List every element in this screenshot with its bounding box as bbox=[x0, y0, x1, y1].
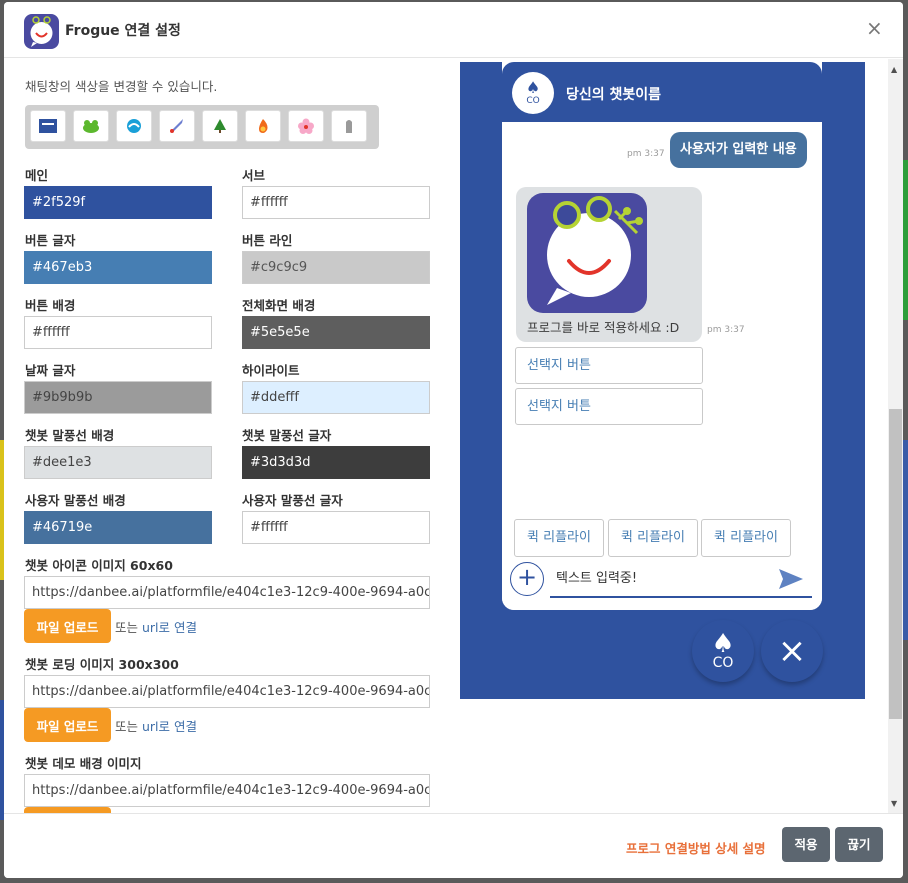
date-text-color-input[interactable]: #9b9b9b bbox=[24, 381, 212, 414]
spade-icon: ♠ CO bbox=[711, 629, 735, 671]
user-bubble-bg-label: 사용자 말풍선 배경 bbox=[25, 493, 126, 508]
stone-icon[interactable] bbox=[331, 110, 367, 142]
fullscreen-bg-color-label: 전체화면 배경 bbox=[242, 298, 316, 313]
loading-image-url-input[interactable]: https://danbee.ai/platformfile/e404c1e3-… bbox=[24, 675, 430, 708]
settings-description: 채팅창의 색상을 변경할 수 있습니다. bbox=[25, 79, 218, 94]
close-icon: × bbox=[777, 631, 807, 671]
bot-bubble-bg-label: 챗봇 말풍선 배경 bbox=[25, 428, 115, 443]
bot-avatar: ♠ CO bbox=[512, 72, 554, 114]
frogue-image bbox=[527, 193, 647, 313]
bot-name: 당신의 챗봇이름 bbox=[566, 87, 662, 103]
demo-bg-image-url-input[interactable]: https://danbee.ai/platformfile/e404c1e3-… bbox=[24, 774, 430, 807]
button-text-color-label: 버튼 글자 bbox=[25, 233, 76, 248]
bot-message-time: pm 3:37 bbox=[707, 325, 745, 335]
chat-input-bar: + 텍스트 입력중! bbox=[502, 562, 822, 610]
spade-icon: ♠ bbox=[525, 78, 541, 97]
button-bg-color-input[interactable]: #ffffff bbox=[24, 316, 212, 349]
icon-image-label: 챗봇 아이콘 이미지 60x60 bbox=[25, 558, 173, 573]
or-text: 또는 bbox=[115, 620, 142, 635]
button-line-color-label: 버튼 라인 bbox=[242, 233, 293, 248]
fire-icon[interactable] bbox=[245, 110, 281, 142]
chat-text-input[interactable]: 텍스트 입력중! bbox=[550, 562, 812, 598]
loading-url-link[interactable]: url로 연결 bbox=[142, 719, 197, 734]
loading-upload-button[interactable]: 파일 업로드 bbox=[24, 708, 111, 742]
or-text: 또는 bbox=[115, 719, 142, 734]
frog-icon[interactable] bbox=[73, 110, 109, 142]
chat-header: ♠ CO 당신의 챗봇이름 bbox=[502, 62, 822, 122]
send-icon[interactable] bbox=[778, 568, 804, 594]
chat-preview: ♠ CO 당신의 챗봇이름 pm 3:37 사용자가 입력한 내용 프로그를 바… bbox=[460, 62, 865, 699]
bot-bubble-bg-input[interactable]: #dee1e3 bbox=[24, 446, 212, 479]
modal-title: Frogue 연결 설정 bbox=[65, 23, 181, 39]
date-text-color-label: 날짜 글자 bbox=[25, 363, 76, 378]
demo-bg-image-label: 챗봇 데모 배경 이미지 bbox=[25, 756, 142, 771]
bot-message-text: 프로그를 바로 적용하세요 :D bbox=[527, 320, 680, 335]
apply-button[interactable]: 적용 bbox=[782, 827, 830, 862]
quick-reply-button[interactable]: 퀵 리플라이 bbox=[701, 519, 791, 557]
back-theme-icon[interactable] bbox=[30, 110, 66, 142]
button-text-color-input[interactable]: #467eb3 bbox=[24, 251, 212, 284]
user-bubble-bg-input[interactable]: #46719e bbox=[24, 511, 212, 544]
tree-icon[interactable] bbox=[202, 110, 238, 142]
settings-modal: Frogue 연결 설정 × 채팅창의 색상을 변경할 수 있습니다. 메인 #… bbox=[4, 2, 903, 878]
bot-bubble-text-label: 챗봇 말풍선 글자 bbox=[242, 428, 332, 443]
scrollbar-thumb[interactable] bbox=[889, 409, 902, 719]
scrollbar[interactable]: ▲ ▼ bbox=[888, 59, 903, 813]
quick-reply-button[interactable]: 퀵 리플라이 bbox=[608, 519, 698, 557]
close-icon[interactable]: × bbox=[866, 18, 883, 38]
loading-url-link-text: 또는 url로 연결 bbox=[115, 716, 197, 735]
disconnect-button[interactable]: 끊기 bbox=[835, 827, 883, 862]
theme-palette bbox=[25, 105, 379, 149]
user-bubble-text-label: 사용자 말풍선 글자 bbox=[242, 493, 343, 508]
button-line-color-input[interactable]: #c9c9c9 bbox=[242, 251, 430, 284]
icon-image-url-input[interactable]: https://danbee.ai/platformfile/e404c1e3-… bbox=[24, 576, 430, 609]
main-color-input[interactable]: #2f529f bbox=[24, 186, 212, 219]
user-message-bubble: 사용자가 입력한 내용 bbox=[670, 132, 807, 168]
icon-url-link-text: 또는 url로 연결 bbox=[115, 617, 197, 636]
icon-url-link[interactable]: url로 연결 bbox=[142, 620, 197, 635]
sub-color-label: 서브 bbox=[242, 168, 266, 183]
sub-color-input[interactable]: #ffffff bbox=[242, 186, 430, 219]
scroll-up-icon[interactable]: ▲ bbox=[891, 65, 897, 74]
modal-footer: 프로그 연결방법 상세 설명 적용 끊기 bbox=[4, 813, 903, 878]
frogue-logo-icon bbox=[24, 14, 59, 49]
flower-icon[interactable] bbox=[288, 110, 324, 142]
bot-message-bubble: 프로그를 바로 적용하세요 :D bbox=[516, 187, 702, 342]
chat-window: ♠ CO 당신의 챗봇이름 pm 3:37 사용자가 입력한 내용 프로그를 바… bbox=[502, 62, 822, 610]
fab-text: CO bbox=[712, 655, 734, 671]
plus-icon[interactable]: + bbox=[510, 562, 544, 596]
scroll-down-icon[interactable]: ▼ bbox=[891, 799, 897, 808]
quick-reply-button[interactable]: 퀵 리플라이 bbox=[514, 519, 604, 557]
rocket-icon[interactable] bbox=[159, 110, 195, 142]
choice-button[interactable]: 선택지 버튼 bbox=[515, 388, 703, 425]
highlight-color-input[interactable]: #ddefff bbox=[242, 381, 430, 414]
modal-body: 채팅창의 색상을 변경할 수 있습니다. 메인 #2f529f 서브 #ffff… bbox=[4, 59, 888, 813]
icon-upload-button[interactable]: 파일 업로드 bbox=[24, 609, 111, 643]
modal-header: Frogue 연결 설정 × bbox=[4, 2, 903, 58]
fullscreen-bg-color-input[interactable]: #5e5e5e bbox=[242, 316, 430, 349]
user-message-time: pm 3:37 bbox=[627, 149, 665, 159]
button-bg-color-label: 버튼 배경 bbox=[25, 298, 76, 313]
loading-image-label: 챗봇 로딩 이미지 300x300 bbox=[25, 657, 179, 672]
close-chat-button[interactable]: × bbox=[761, 620, 823, 682]
highlight-color-label: 하이라이트 bbox=[242, 363, 300, 378]
main-color-label: 메인 bbox=[25, 168, 49, 183]
avatar-text: CO bbox=[526, 96, 540, 106]
bot-bubble-text-input[interactable]: #3d3d3d bbox=[242, 446, 430, 479]
wave-icon[interactable] bbox=[116, 110, 152, 142]
chatbot-launcher-button[interactable]: ♠ CO bbox=[692, 620, 754, 682]
user-bubble-text-input[interactable]: #ffffff bbox=[242, 511, 430, 544]
connection-guide-link[interactable]: 프로그 연결방법 상세 설명 bbox=[626, 838, 766, 857]
choice-button[interactable]: 선택지 버튼 bbox=[515, 347, 703, 384]
